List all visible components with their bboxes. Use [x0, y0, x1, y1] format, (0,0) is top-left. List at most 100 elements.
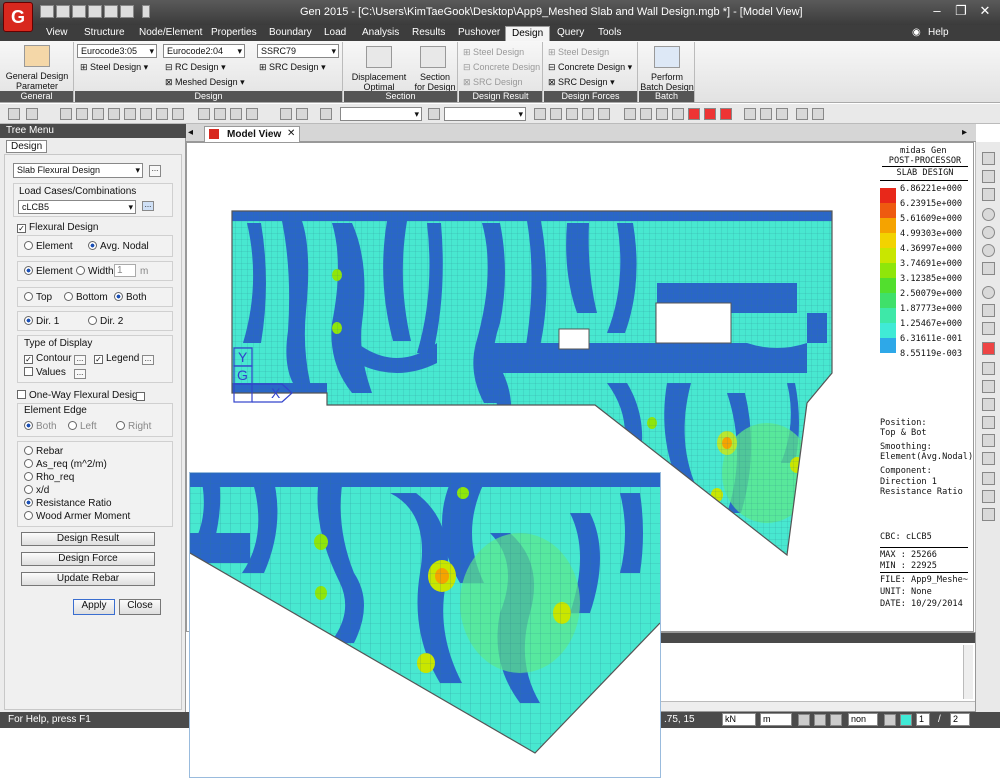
- display-icon[interactable]: [534, 108, 546, 120]
- one-way-checkbox[interactable]: One-Way Flexural Design: [17, 390, 143, 401]
- shrink-icon[interactable]: [566, 108, 578, 120]
- element-number-icon[interactable]: [296, 108, 308, 120]
- pan-icon[interactable]: [230, 108, 242, 120]
- print-preview-icon[interactable]: [120, 5, 134, 18]
- tab-scroll-left-icon[interactable]: ◂: [188, 127, 193, 138]
- edge-both-radio[interactable]: Both: [24, 421, 57, 432]
- legend-options-button[interactable]: ...: [142, 355, 154, 365]
- forces-steel-design-button[interactable]: ⊞ Steel Design: [548, 47, 609, 58]
- result-steel-design-button[interactable]: ⊞ Steel Design: [463, 47, 524, 58]
- front-view-icon[interactable]: [624, 108, 636, 120]
- select-icon[interactable]: [60, 108, 72, 120]
- new-file-icon[interactable]: [40, 5, 54, 18]
- force-unit-select[interactable]: kN: [722, 713, 756, 726]
- dynamic-view-icon[interactable]: [982, 342, 995, 355]
- width-radio[interactable]: Width: [76, 266, 114, 277]
- tab-design[interactable]: Design: [505, 26, 551, 41]
- legend-checkbox[interactable]: ✓ Legend: [94, 353, 139, 364]
- save-icon[interactable]: [88, 5, 102, 18]
- update-rebar-button[interactable]: Update Rebar: [21, 572, 155, 586]
- src-code-select[interactable]: SSRC79: [257, 44, 339, 58]
- ucs-side-icon[interactable]: [982, 490, 995, 503]
- design-force-button[interactable]: Design Force: [21, 552, 155, 566]
- zoom-window-side-icon[interactable]: [982, 262, 995, 275]
- load-case-select[interactable]: cLCB5: [18, 200, 136, 214]
- steel-code-select[interactable]: Eurocode3:05: [77, 44, 157, 58]
- select-all-icon[interactable]: [156, 108, 168, 120]
- view-option-icon[interactable]: [982, 152, 995, 165]
- perspective-icon[interactable]: [582, 108, 594, 120]
- redraw-icon[interactable]: [720, 108, 732, 120]
- general-design-parameter-button[interactable]: General Design Parameter: [2, 71, 72, 91]
- iso-view-icon[interactable]: [672, 108, 684, 120]
- named-selection-select[interactable]: [340, 107, 422, 121]
- hidden-icon[interactable]: [550, 108, 562, 120]
- lock-icon[interactable]: [796, 108, 808, 120]
- open-file-icon[interactable]: [56, 5, 70, 18]
- section-for-design-button[interactable]: Section for Design: [414, 72, 456, 92]
- back-side-icon[interactable]: [982, 452, 995, 465]
- resistance-ratio-radio[interactable]: Resistance Ratio: [24, 498, 112, 509]
- result-src-design-button[interactable]: ⊠ SRC Design: [463, 77, 523, 88]
- steel-design-button[interactable]: ⊞ Steel Design ▾: [80, 62, 148, 73]
- message-window[interactable]: [660, 632, 976, 712]
- flexural-design-checkbox[interactable]: ✓ Flexural Design: [17, 222, 98, 233]
- snap-icon[interactable]: [760, 108, 772, 120]
- tab-properties[interactable]: Properties: [205, 26, 263, 41]
- as-req-radio[interactable]: As_req (m^2/m): [24, 459, 107, 470]
- color-swatch-icon[interactable]: [900, 714, 912, 726]
- src-design-button[interactable]: ⊞ SRC Design ▾: [259, 62, 326, 73]
- apply-button[interactable]: Apply: [73, 599, 115, 615]
- pan-side-icon[interactable]: [982, 322, 995, 335]
- quick-access-dropdown-icon[interactable]: [142, 5, 150, 18]
- length-unit-select[interactable]: m: [760, 713, 792, 726]
- rc-design-button[interactable]: ⊟ RC Design ▾: [165, 62, 226, 73]
- message-scrollbar[interactable]: [963, 645, 973, 699]
- tab-scroll-right-icon[interactable]: ▸: [962, 127, 967, 138]
- grid-side-icon[interactable]: [982, 508, 995, 521]
- tab-query[interactable]: Query: [551, 26, 590, 41]
- close-button[interactable]: Close: [119, 599, 161, 615]
- node-number-icon[interactable]: [280, 108, 292, 120]
- zoom-all-icon[interactable]: [982, 244, 995, 257]
- perform-batch-design-button[interactable]: Perform Batch Design: [640, 72, 694, 92]
- load-case-options-button[interactable]: ...: [142, 201, 154, 211]
- result-concrete-design-button[interactable]: ⊟ Concrete Design: [463, 62, 540, 73]
- iso-side-icon[interactable]: [982, 362, 995, 375]
- select-intersect-icon[interactable]: [108, 108, 120, 120]
- snap-option-icon[interactable]: [814, 714, 826, 726]
- right-side-icon[interactable]: [982, 434, 995, 447]
- activate-icon[interactable]: [320, 108, 332, 120]
- tab-model-view[interactable]: Model View ✕: [204, 126, 300, 142]
- undo-icon[interactable]: [8, 108, 20, 120]
- tab-analysis[interactable]: Analysis: [356, 26, 405, 41]
- edge-right-radio[interactable]: Right: [116, 421, 151, 432]
- rho-req-radio[interactable]: Rho_req: [24, 472, 74, 483]
- top-side-icon[interactable]: [982, 380, 995, 393]
- grid-option-icon[interactable]: [830, 714, 842, 726]
- none-select[interactable]: non: [848, 713, 878, 726]
- page-total-input[interactable]: 2: [950, 713, 970, 726]
- help-menu[interactable]: Help: [922, 26, 955, 41]
- tab-view[interactable]: View: [40, 26, 74, 41]
- grid-icon[interactable]: [744, 108, 756, 120]
- design-type-select[interactable]: Slab Flexural Design: [13, 163, 143, 178]
- restore-icon[interactable]: ❐: [950, 3, 972, 19]
- wood-armer-radio[interactable]: Wood Armer Moment: [24, 511, 130, 522]
- select-volume-icon[interactable]: [140, 108, 152, 120]
- app-logo-icon[interactable]: G: [3, 2, 33, 32]
- filter-option-icon[interactable]: [884, 714, 896, 726]
- values-options-button[interactable]: ...: [74, 369, 86, 379]
- dir1-radio[interactable]: Dir. 1: [24, 316, 59, 327]
- orbit-icon[interactable]: [982, 304, 995, 317]
- magnify-icon[interactable]: [982, 286, 995, 299]
- rotate-icon[interactable]: [246, 108, 258, 120]
- color-option-icon[interactable]: [982, 188, 995, 201]
- select-window-icon[interactable]: [76, 108, 88, 120]
- dir2-radio[interactable]: Dir. 2: [88, 316, 123, 327]
- unselect-icon[interactable]: [172, 108, 184, 120]
- bottom-radio[interactable]: Bottom: [64, 292, 108, 303]
- forces-concrete-design-button[interactable]: ⊟ Concrete Design ▾: [548, 62, 632, 73]
- front-side-icon[interactable]: [982, 398, 995, 411]
- select-plane-icon[interactable]: [124, 108, 136, 120]
